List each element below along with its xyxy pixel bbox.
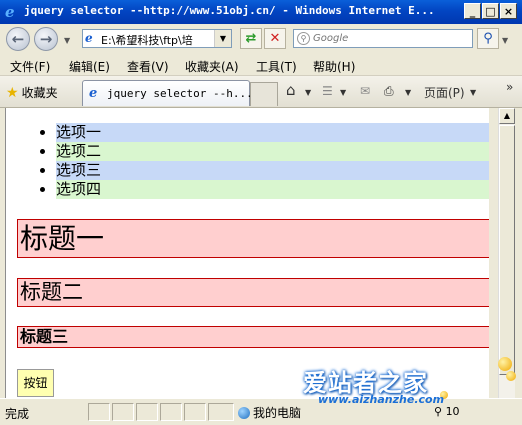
search-icon[interactable]: ⚲ bbox=[477, 28, 499, 49]
page-menu-dropdown-icon[interactable]: ▼ bbox=[470, 88, 476, 97]
options-list: 选项一 选项二 选项三 选项四 bbox=[6, 123, 489, 199]
browser-tab[interactable]: e jquery selector --h... bbox=[82, 80, 253, 106]
status-panel bbox=[208, 403, 234, 421]
new-tab-button[interactable] bbox=[250, 82, 278, 106]
window-title: jquery selector --http://www.51obj.cn/ -… bbox=[24, 4, 435, 17]
list-item: 选项四 bbox=[56, 180, 489, 199]
toolbar-overflow-chevron[interactable]: » bbox=[506, 80, 513, 94]
address-toolbar: ← → ▼ e E:\希望科技\ftp\培 ▼ ⇄ ✕ ⚲ ⚲ ▼ bbox=[0, 24, 522, 54]
search-input[interactable] bbox=[313, 31, 463, 45]
list-item: 选项二 bbox=[56, 142, 489, 161]
heading-three: 标题三 bbox=[17, 326, 489, 348]
print-icon[interactable]: ⎙ bbox=[384, 84, 394, 99]
address-text[interactable]: E:\希望科技\ftp\培 bbox=[101, 32, 213, 48]
page-button[interactable]: 按钮 bbox=[17, 369, 54, 397]
status-panel bbox=[160, 403, 182, 421]
favorites-button[interactable]: ★ 收藏夹 bbox=[6, 84, 58, 101]
maximize-button[interactable]: □ bbox=[482, 3, 499, 19]
address-field[interactable]: e E:\希望科技\ftp\培 ▼ bbox=[82, 29, 232, 48]
feeds-icon[interactable]: ☰ bbox=[322, 84, 333, 98]
menu-favorites[interactable]: 收藏夹(A) bbox=[185, 58, 239, 75]
heading-two: 标题二 bbox=[17, 278, 489, 307]
print-dropdown-icon[interactable]: ▼ bbox=[405, 88, 411, 97]
menu-bar: 文件(F) 编辑(E) 查看(V) 收藏夹(A) 工具(T) 帮助(H) bbox=[0, 54, 522, 76]
minimize-button[interactable]: _ bbox=[464, 3, 481, 19]
page-menu[interactable]: 页面(P) bbox=[424, 84, 465, 101]
decorative-ball-icon bbox=[498, 357, 512, 371]
home-icon[interactable]: ⌂ bbox=[286, 81, 296, 99]
favorites-star-icon: ★ bbox=[6, 85, 19, 101]
scroll-thumb[interactable] bbox=[499, 125, 515, 375]
tab-label: jquery selector --h... bbox=[107, 87, 253, 100]
history-dropdown-icon[interactable]: ▼ bbox=[64, 36, 70, 45]
list-item: 选项三 bbox=[56, 161, 489, 180]
home-dropdown-icon[interactable]: ▼ bbox=[305, 88, 311, 97]
feeds-dropdown-icon[interactable]: ▼ bbox=[340, 88, 346, 97]
zone-label: 我的电脑 bbox=[253, 406, 302, 420]
menu-help[interactable]: 帮助(H) bbox=[313, 58, 355, 75]
title-bar[interactable]: e jquery selector --http://www.51obj.cn/… bbox=[0, 0, 522, 24]
back-button[interactable]: ← bbox=[6, 27, 30, 51]
scroll-up-arrow-icon[interactable]: ▲ bbox=[499, 108, 515, 124]
address-dropdown-icon[interactable]: ▼ bbox=[214, 30, 231, 47]
favorites-label: 收藏夹 bbox=[21, 86, 58, 100]
forward-button[interactable]: → bbox=[34, 27, 58, 51]
watermark-url: www.aizhanzhe.com bbox=[318, 393, 445, 406]
internet-explorer-icon: e bbox=[5, 3, 15, 21]
vertical-scrollbar[interactable]: ▲ bbox=[498, 108, 515, 398]
status-panel bbox=[184, 403, 206, 421]
tab-page-icon: e bbox=[89, 86, 98, 101]
decorative-ball-icon bbox=[506, 371, 516, 381]
list-item: 选项一 bbox=[56, 123, 489, 142]
menu-tools[interactable]: 工具(T) bbox=[256, 58, 297, 75]
search-field[interactable]: ⚲ bbox=[293, 29, 473, 48]
search-provider-icon: ⚲ bbox=[297, 32, 310, 45]
stop-button[interactable]: ✕ bbox=[264, 28, 286, 49]
menu-edit[interactable]: 编辑(E) bbox=[69, 58, 110, 75]
heading-one: 标题一 bbox=[17, 219, 489, 258]
watermark-logo: 爱站者之家 www.aizhanzhe.com bbox=[298, 357, 522, 407]
refresh-button[interactable]: ⇄ bbox=[240, 28, 262, 49]
close-button[interactable]: × bbox=[500, 3, 517, 19]
status-panel bbox=[112, 403, 134, 421]
status-panel bbox=[136, 403, 158, 421]
security-zone[interactable]: 我的电脑 bbox=[238, 404, 301, 421]
page-icon: e bbox=[85, 31, 93, 45]
status-text: 完成 bbox=[5, 407, 30, 421]
search-options-dropdown-icon[interactable]: ▼ bbox=[502, 36, 508, 45]
page-content: 选项一 选项二 选项三 选项四 标题一 标题二 标题三 按钮 bbox=[5, 108, 489, 398]
menu-view[interactable]: 查看(V) bbox=[127, 58, 169, 75]
menu-file[interactable]: 文件(F) bbox=[10, 58, 50, 75]
status-panel bbox=[88, 403, 110, 421]
computer-zone-icon bbox=[238, 407, 250, 419]
tab-command-bar: ★ 收藏夹 e jquery selector --h... ⌂ ▼ ☰ ▼ ✉ … bbox=[0, 76, 522, 108]
mail-icon[interactable]: ✉ bbox=[360, 84, 370, 98]
